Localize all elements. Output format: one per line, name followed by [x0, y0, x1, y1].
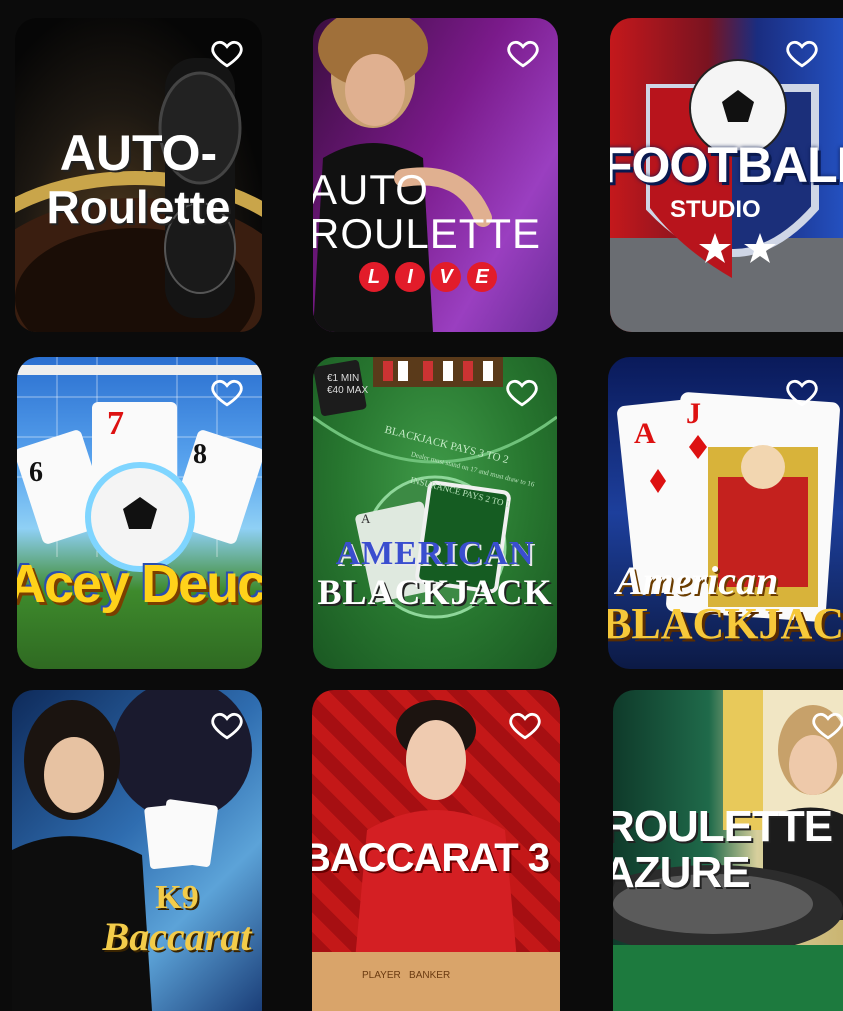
card-value: 7 [107, 405, 124, 442]
game-title: BACCARAT 3 [312, 836, 550, 880]
game-title: ROULETTE AZURE [613, 802, 833, 897]
game-title: Acey Deucey [17, 554, 262, 614]
card-value: A [361, 511, 371, 526]
game-tile-football-studio[interactable]: FOOTBALL STUDIO [610, 18, 843, 332]
favorite-heart-icon[interactable] [506, 36, 540, 70]
felt-text: PLAYER BANKER [362, 970, 451, 981]
game-tile-american-blackjack-2[interactable]: A J American BLACKJACK [608, 357, 843, 669]
game-title: American BLACKJACK [608, 558, 843, 648]
favorite-heart-icon[interactable] [785, 36, 819, 70]
favorite-heart-icon[interactable] [210, 708, 244, 742]
favorite-heart-icon[interactable] [505, 375, 539, 409]
game-tile-roulette-azure[interactable]: ROULETTE AZURE [613, 690, 843, 1011]
game-tile-acey-deucey[interactable]: 6 7 8 Acey Deucey [17, 357, 262, 669]
card-value: A [634, 417, 656, 450]
card-value: 6 [29, 457, 43, 488]
game-title: FOOTBALL [610, 137, 843, 193]
game-tile-baccarat-3[interactable]: PLAYER BANKER BACCARAT 3 [312, 690, 560, 1011]
favorite-heart-icon[interactable] [210, 375, 244, 409]
card-value: J [686, 397, 701, 430]
favorite-heart-icon[interactable] [811, 708, 843, 742]
game-tile-american-blackjack[interactable]: €1 MIN €40 MAX BLACKJACK PAYS 3 TO 2 Dea… [313, 357, 557, 669]
game-subtitle: STUDIO [670, 196, 761, 223]
game-tile-auto-roulette-live[interactable]: AUTO ROULETTE L I V E [313, 18, 558, 332]
favorite-heart-icon[interactable] [508, 708, 542, 742]
favorite-heart-icon[interactable] [785, 375, 819, 409]
live-badge: L I V E [359, 262, 497, 292]
game-tile-auto-roulette[interactable]: AUTO- Roulette [15, 18, 262, 332]
game-title: AMERICAN BLACKJACK [317, 535, 553, 612]
table-limit-sign: €1 MIN €40 MAX [327, 373, 369, 396]
game-title: AUTO- Roulette [46, 125, 231, 233]
game-title: K9 Baccarat [102, 879, 252, 959]
game-title: AUTO ROULETTE [313, 166, 542, 257]
game-tile-k9-baccarat[interactable]: K9 Baccarat [12, 690, 262, 1011]
card-value: 8 [193, 439, 207, 470]
favorite-heart-icon[interactable] [210, 36, 244, 70]
